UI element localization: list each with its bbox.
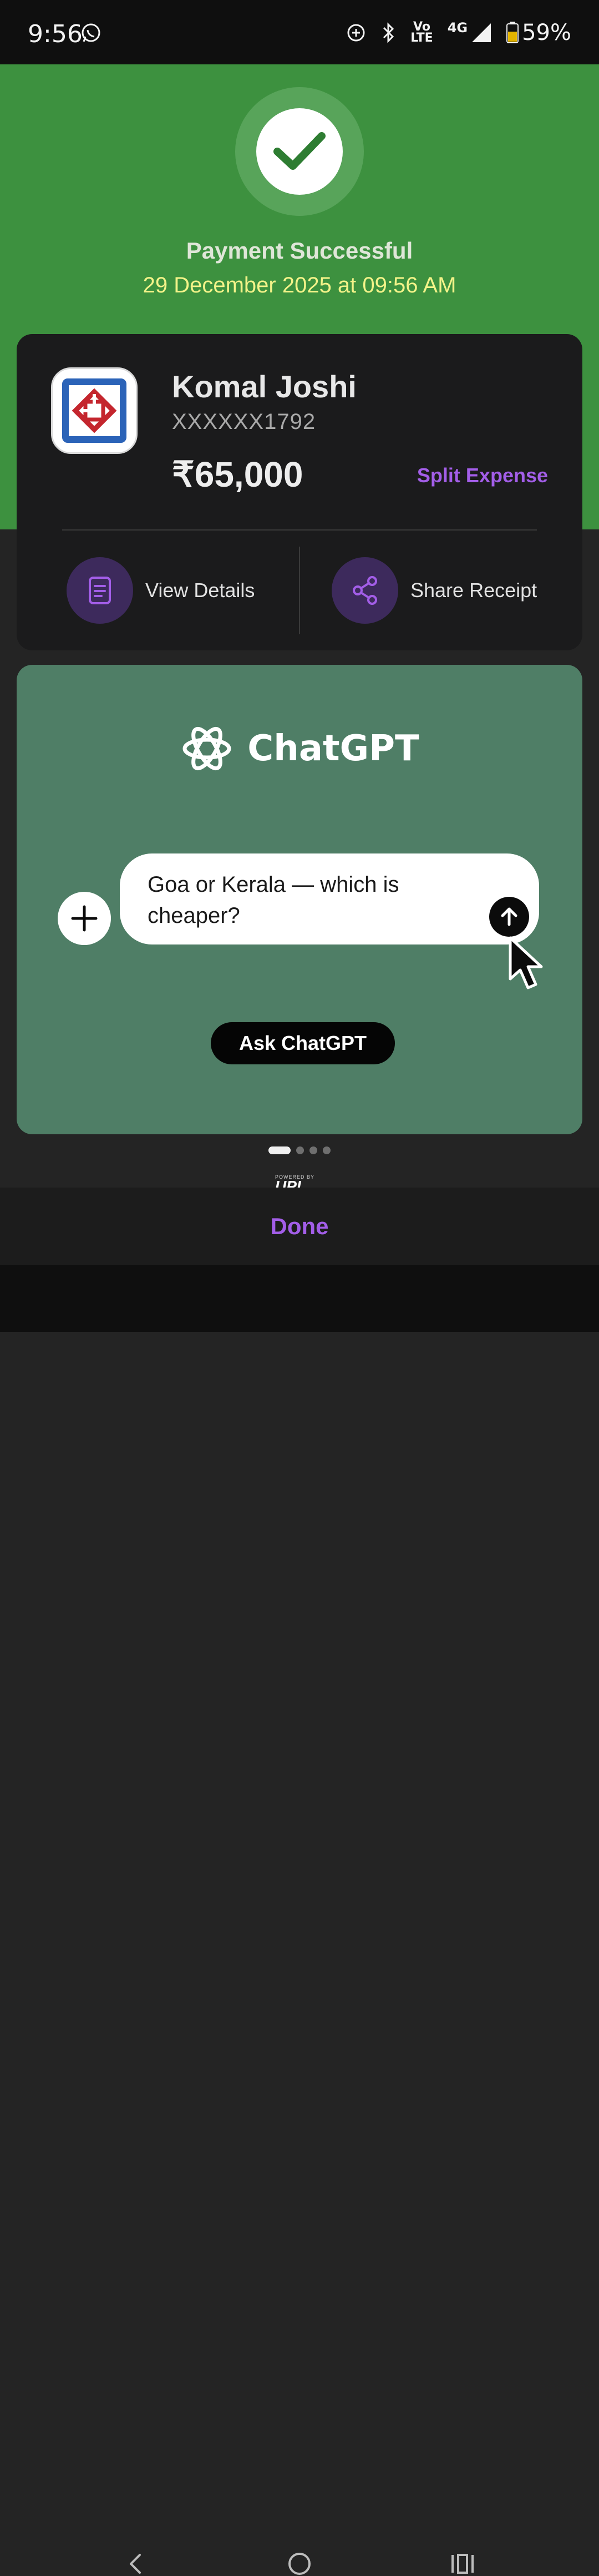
success-check-icon: [256, 108, 343, 195]
back-icon[interactable]: [125, 2553, 148, 2575]
status-bar: 9:56 Vo LTE 4G 59%: [0, 0, 599, 64]
share-receipt-label: Share Receipt: [410, 579, 537, 602]
ask-chatgpt-button[interactable]: Ask ChatGPT: [211, 1022, 395, 1064]
recents-icon[interactable]: [450, 2553, 475, 2575]
carousel-dot-2: [296, 1146, 304, 1154]
chatgpt-brand: ChatGPT: [0, 721, 599, 776]
payee-account: XXXXXX1792: [172, 410, 316, 434]
network-type: 4G: [447, 20, 468, 36]
bluetooth-icon: [383, 22, 394, 43]
system-nav-bar: [0, 1265, 599, 2575]
view-details-button[interactable]: View Details: [67, 557, 255, 624]
whatsapp-icon: [82, 23, 100, 42]
battery-percent: 59%: [522, 20, 571, 46]
send-arrow-icon: [489, 897, 529, 937]
add-icon: [58, 892, 111, 945]
chatgpt-wordmark: ChatGPT: [247, 728, 419, 769]
upi-brand: UPI: [275, 1178, 301, 1188]
data-saver-icon: [347, 24, 365, 42]
payment-status-title: Payment Successful: [186, 238, 413, 264]
payee-name: Komal Joshi: [172, 369, 357, 404]
payment-datetime: 29 December 2025 at 09:56 AM: [143, 273, 456, 297]
volte-icon: Vo LTE: [410, 21, 433, 45]
share-icon: [332, 557, 398, 624]
status-icons: Vo LTE 4G 59%: [346, 20, 571, 46]
upi-logo: POWERED BY UPI: [275, 1174, 331, 1188]
mouse-pointer-icon: [509, 936, 543, 989]
carousel-indicator: [0, 1146, 599, 1154]
prompt-text: Goa or Kerala — which is cheaper?: [148, 872, 399, 928]
carousel-dot-4: [323, 1146, 331, 1154]
status-time: 9:56: [28, 20, 83, 48]
bank-logo-icon: [51, 367, 138, 454]
card-divider: [62, 529, 537, 531]
volte-bottom: LTE: [410, 31, 433, 45]
view-details-label: View Details: [145, 579, 255, 602]
battery-icon: [506, 22, 519, 43]
carousel-dot-1: [268, 1146, 291, 1154]
split-expense-button[interactable]: Split Expense: [417, 464, 548, 487]
chatgpt-logo-icon: [182, 726, 231, 771]
home-icon[interactable]: [287, 2552, 312, 2576]
document-icon: [67, 557, 133, 624]
carousel-dot-3: [309, 1146, 317, 1154]
done-bar: Done: [0, 1188, 599, 1265]
done-button[interactable]: Done: [271, 1213, 329, 1240]
share-receipt-button[interactable]: Share Receipt: [332, 557, 537, 624]
payment-amount: ₹65,000: [172, 454, 303, 494]
actions-divider: [299, 547, 300, 634]
signal-icon: [472, 23, 491, 42]
